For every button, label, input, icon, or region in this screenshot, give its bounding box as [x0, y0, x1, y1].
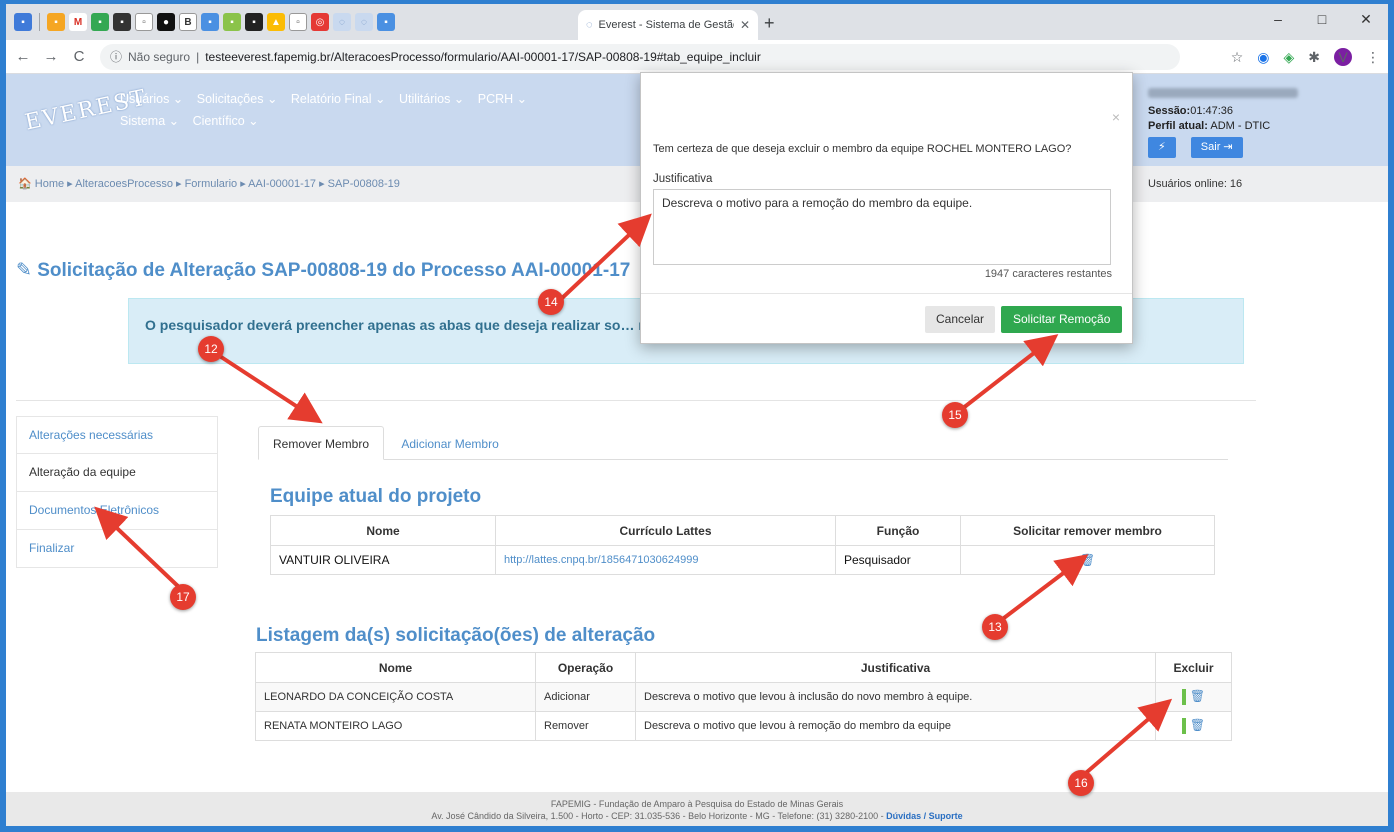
annotation-badge-15: 15 — [942, 402, 968, 428]
annotation-arrows — [94, 213, 1173, 780]
browser-window: ▪ ▪ M ▪ ▪ ▫ ● B ▪ ▪ ▪ ▲ ▫ ◎ ◌ ◌ ▪ ◌ Ever… — [6, 4, 1388, 826]
annotation-badge-17: 17 — [170, 584, 196, 610]
arrow-17 — [94, 506, 184, 592]
arrow-12 — [210, 349, 323, 424]
annotation-badge-12: 12 — [198, 336, 224, 362]
arrow-15 — [956, 334, 1059, 414]
arrow-16 — [1078, 698, 1173, 780]
arrow-13 — [994, 554, 1089, 626]
annotation-badge-14: 14 — [538, 289, 564, 315]
arrow-14 — [558, 213, 652, 302]
annotation-badge-16: 16 — [1068, 770, 1094, 796]
annotation-badge-13: 13 — [982, 614, 1008, 640]
